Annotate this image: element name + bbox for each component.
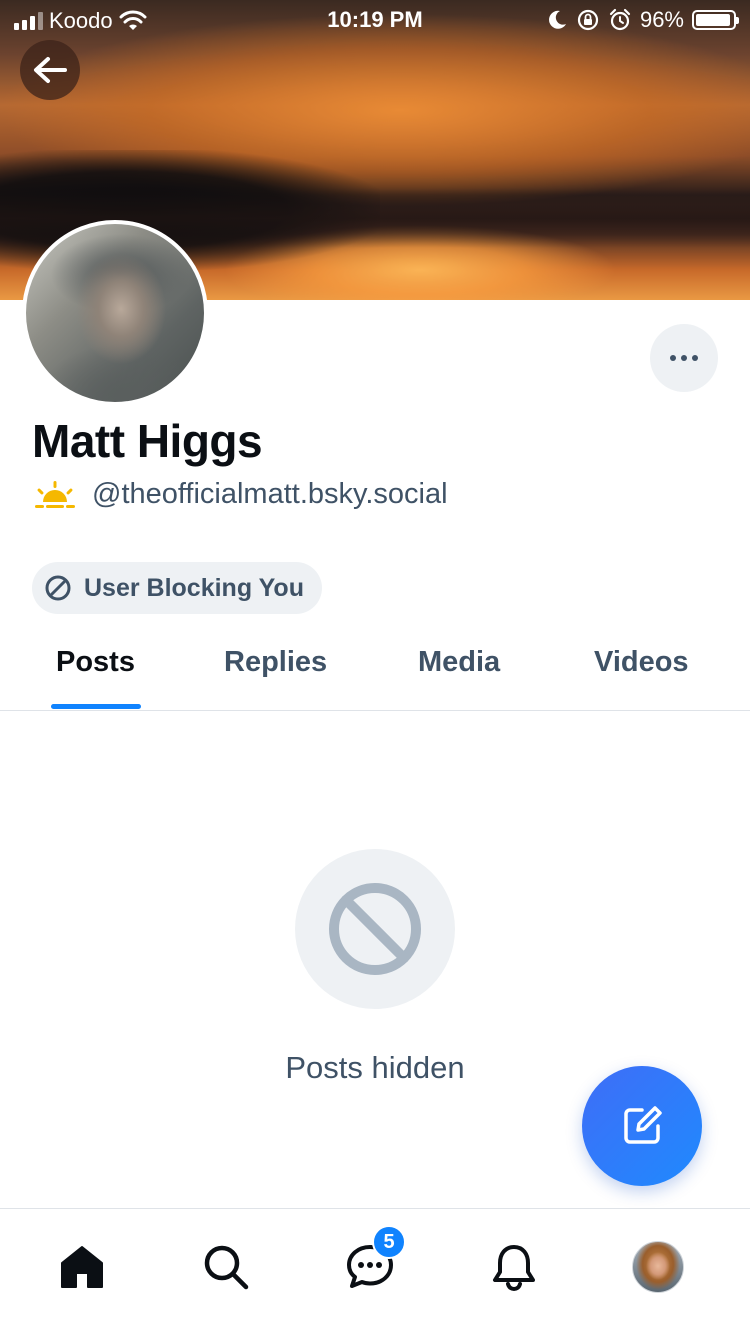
nav-profile[interactable] xyxy=(622,1231,694,1303)
moon-icon xyxy=(549,10,566,29)
bottom-navigation: 5 xyxy=(0,1208,750,1335)
nav-home[interactable] xyxy=(46,1231,118,1303)
battery-icon xyxy=(692,10,739,30)
back-button[interactable] xyxy=(20,40,80,100)
block-icon xyxy=(45,575,71,601)
ellipsis-dot xyxy=(670,355,676,361)
nav-search[interactable] xyxy=(190,1231,262,1303)
search-icon xyxy=(204,1245,249,1290)
sunrise-icon xyxy=(35,480,75,508)
battery-percent: 96% xyxy=(639,7,684,32)
home-icon xyxy=(61,1246,103,1288)
ellipsis-dot xyxy=(681,355,687,361)
orientation-lock-icon xyxy=(577,9,599,31)
user-blocking-you-badge[interactable]: User Blocking You xyxy=(32,562,322,614)
display-name: Matt Higgs xyxy=(32,415,263,467)
tab-replies[interactable]: Replies xyxy=(224,646,327,679)
blocking-label: User Blocking You xyxy=(84,573,304,602)
block-icon xyxy=(329,883,421,975)
profile-tabs: Posts Replies Media Videos xyxy=(0,628,750,711)
handle-row: @theofficialmatt.bsky.social xyxy=(32,478,448,511)
ellipsis-dot xyxy=(692,355,698,361)
tab-media[interactable]: Media xyxy=(418,646,500,679)
tab-posts[interactable]: Posts xyxy=(56,646,135,679)
compose-icon xyxy=(624,1106,662,1144)
bell-icon xyxy=(493,1245,535,1292)
alarm-icon xyxy=(609,8,631,31)
status-bar: Koodo 10:19 PM 96% xyxy=(0,0,750,40)
more-options-button[interactable] xyxy=(650,324,718,392)
posts-hidden-icon-circle xyxy=(295,849,455,1009)
chat-unread-badge: 5 xyxy=(372,1225,406,1259)
active-tab-indicator xyxy=(51,704,141,709)
arrow-left-icon xyxy=(34,57,67,83)
status-right: 96% xyxy=(546,7,739,33)
profile-avatar[interactable] xyxy=(22,220,208,406)
tab-videos[interactable]: Videos xyxy=(594,646,689,679)
nav-notifications[interactable] xyxy=(478,1231,550,1303)
compose-post-button[interactable] xyxy=(582,1066,702,1186)
profile-avatar-small xyxy=(632,1241,684,1293)
profile-handle: @theofficialmatt.bsky.social xyxy=(92,478,448,510)
